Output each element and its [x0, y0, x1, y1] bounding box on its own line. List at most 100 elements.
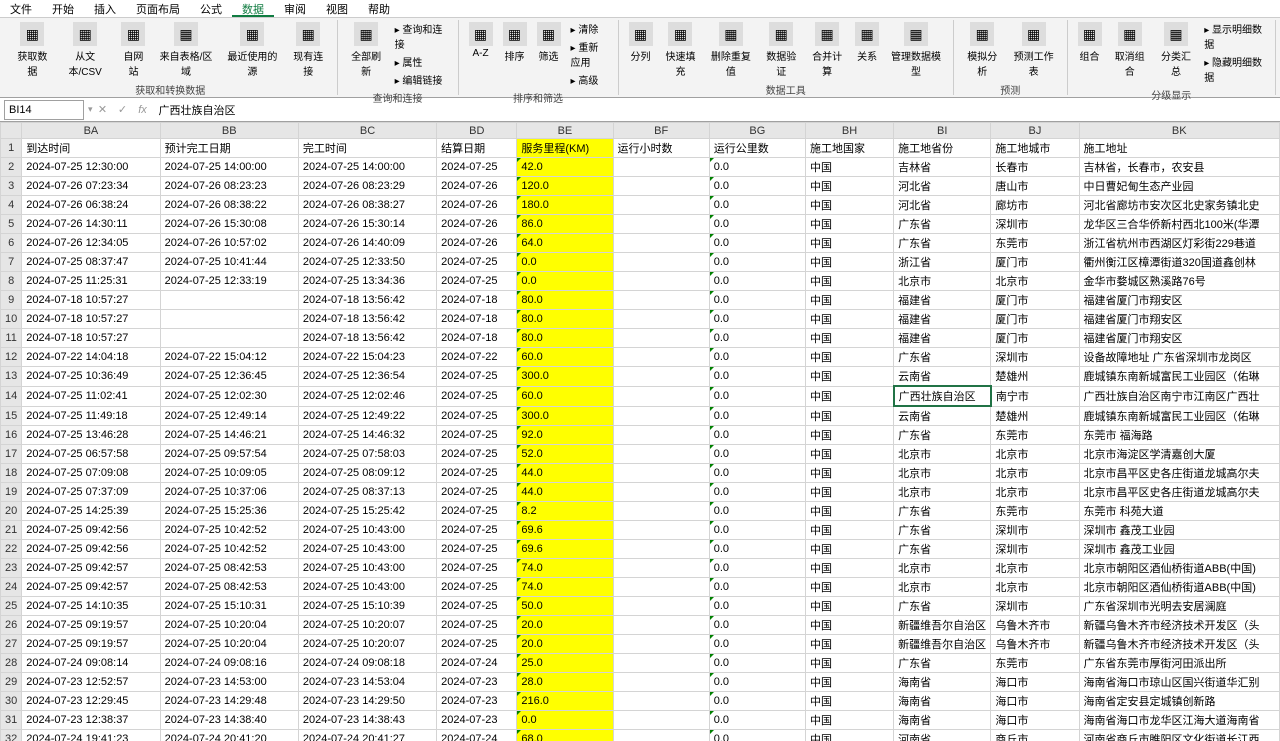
colhead-BC[interactable]: BC: [298, 123, 436, 139]
rowhead-31[interactable]: 31: [1, 711, 22, 730]
rowhead-16[interactable]: 16: [1, 426, 22, 445]
rowhead-5[interactable]: 5: [1, 215, 22, 234]
cell-BE27[interactable]: 20.0: [517, 635, 613, 654]
cell-BF32[interactable]: [613, 730, 709, 741]
cell-BC26[interactable]: 2024-07-25 10:20:07: [298, 616, 436, 635]
cell-BI21[interactable]: 广东省: [894, 521, 991, 540]
cell-BE22[interactable]: 69.6: [517, 540, 613, 559]
cell-BA19[interactable]: 2024-07-25 07:37:09: [22, 483, 160, 502]
cell-BJ13[interactable]: 楚雄州: [991, 367, 1079, 387]
cell-BJ14[interactable]: 南宁市: [991, 386, 1079, 406]
cell-BF18[interactable]: [613, 464, 709, 483]
cell-BE7[interactable]: 0.0: [517, 253, 613, 272]
rowhead-9[interactable]: 9: [1, 291, 22, 310]
cell-BC24[interactable]: 2024-07-25 10:43:00: [298, 578, 436, 597]
cell-BC14[interactable]: 2024-07-25 12:02:46: [298, 386, 436, 406]
cell-BD22[interactable]: 2024-07-25: [437, 540, 517, 559]
cell-BG29[interactable]: 0.0: [709, 673, 805, 692]
cell-BH23[interactable]: 中国: [805, 559, 893, 578]
cell-BH2[interactable]: 中国: [805, 158, 893, 177]
rowhead-18[interactable]: 18: [1, 464, 22, 483]
ribbon-重新应用[interactable]: ▸ 重新应用: [567, 38, 612, 70]
cell-BJ12[interactable]: 深圳市: [991, 348, 1079, 367]
cell-BE17[interactable]: 52.0: [517, 445, 613, 464]
cell-BA24[interactable]: 2024-07-25 09:42:57: [22, 578, 160, 597]
cell-BA17[interactable]: 2024-07-25 06:57:58: [22, 445, 160, 464]
cell-BF7[interactable]: [613, 253, 709, 272]
cell-BA6[interactable]: 2024-07-26 12:34:05: [22, 234, 160, 253]
cell-BB4[interactable]: 2024-07-26 08:38:22: [160, 196, 298, 215]
ribbon-筛选[interactable]: ▦筛选: [533, 20, 565, 65]
cell-BG21[interactable]: 0.0: [709, 521, 805, 540]
cell-BC7[interactable]: 2024-07-25 12:33:50: [298, 253, 436, 272]
cell-BC29[interactable]: 2024-07-23 14:53:04: [298, 673, 436, 692]
cell-BI5[interactable]: 广东省: [894, 215, 991, 234]
cell-BI23[interactable]: 北京市: [894, 559, 991, 578]
cell-BJ15[interactable]: 楚雄州: [991, 406, 1079, 426]
cell-BA12[interactable]: 2024-07-22 14:04:18: [22, 348, 160, 367]
cell-BI29[interactable]: 海南省: [894, 673, 991, 692]
rowhead-23[interactable]: 23: [1, 559, 22, 578]
cell-BK6[interactable]: 浙江省杭州市西湖区灯彩街229巷道: [1079, 234, 1279, 253]
cell-BG24[interactable]: 0.0: [709, 578, 805, 597]
cell-BH30[interactable]: 中国: [805, 692, 893, 711]
rowhead-21[interactable]: 21: [1, 521, 22, 540]
cell-BJ21[interactable]: 深圳市: [991, 521, 1079, 540]
ribbon-从文本/CSV[interactable]: ▦从文本/CSV: [57, 20, 114, 80]
cell-BH6[interactable]: 中国: [805, 234, 893, 253]
cell-BE19[interactable]: 44.0: [517, 483, 613, 502]
cell-BJ10[interactable]: 厦门市: [991, 310, 1079, 329]
cell-BG25[interactable]: 0.0: [709, 597, 805, 616]
rowhead-10[interactable]: 10: [1, 310, 22, 329]
cell-BJ19[interactable]: 北京市: [991, 483, 1079, 502]
cell-BA11[interactable]: 2024-07-18 10:57:27: [22, 329, 160, 348]
cancel-formula-icon[interactable]: ✕: [93, 103, 113, 116]
cell-BB31[interactable]: 2024-07-23 14:38:40: [160, 711, 298, 730]
cell-BJ27[interactable]: 乌鲁木齐市: [991, 635, 1079, 654]
cell-BI22[interactable]: 广东省: [894, 540, 991, 559]
cell-BJ20[interactable]: 东莞市: [991, 502, 1079, 521]
cell-BB15[interactable]: 2024-07-25 12:49:14: [160, 406, 298, 426]
cell-BB12[interactable]: 2024-07-22 15:04:12: [160, 348, 298, 367]
cell-BE8[interactable]: 0.0: [517, 272, 613, 291]
ribbon-数据验证[interactable]: ▦数据验证: [759, 20, 803, 80]
cell-BJ31[interactable]: 海口市: [991, 711, 1079, 730]
cell-BD18[interactable]: 2024-07-25: [437, 464, 517, 483]
rowhead-14[interactable]: 14: [1, 386, 22, 406]
ribbon-编辑链接[interactable]: ▸ 编辑链接: [391, 71, 452, 88]
cell-BB5[interactable]: 2024-07-26 15:30:08: [160, 215, 298, 234]
cell-BK23[interactable]: 北京市朝阳区酒仙桥街道ABB(中国): [1079, 559, 1279, 578]
rowhead-30[interactable]: 30: [1, 692, 22, 711]
cell-BI28[interactable]: 广东省: [894, 654, 991, 673]
cell-BC15[interactable]: 2024-07-25 12:49:22: [298, 406, 436, 426]
cell-BK22[interactable]: 深圳市 鑫茂工业园: [1079, 540, 1279, 559]
cell-BG8[interactable]: 0.0: [709, 272, 805, 291]
cell-BB19[interactable]: 2024-07-25 10:37:06: [160, 483, 298, 502]
cell-BH16[interactable]: 中国: [805, 426, 893, 445]
cell-BI30[interactable]: 海南省: [894, 692, 991, 711]
cell-BJ22[interactable]: 深圳市: [991, 540, 1079, 559]
cell-BD12[interactable]: 2024-07-22: [437, 348, 517, 367]
cell-BJ25[interactable]: 深圳市: [991, 597, 1079, 616]
cell-BF24[interactable]: [613, 578, 709, 597]
ribbon-合并计算[interactable]: ▦合并计算: [805, 20, 849, 80]
cell-BB29[interactable]: 2024-07-23 14:53:00: [160, 673, 298, 692]
rowhead-26[interactable]: 26: [1, 616, 22, 635]
cell-BF8[interactable]: [613, 272, 709, 291]
cell-BE20[interactable]: 8.2: [517, 502, 613, 521]
cell-BI25[interactable]: 广东省: [894, 597, 991, 616]
cell-BA23[interactable]: 2024-07-25 09:42:57: [22, 559, 160, 578]
cell-BD16[interactable]: 2024-07-25: [437, 426, 517, 445]
cell-BI31[interactable]: 海南省: [894, 711, 991, 730]
rowhead-7[interactable]: 7: [1, 253, 22, 272]
select-all-corner[interactable]: [1, 123, 22, 139]
cell-BI24[interactable]: 北京市: [894, 578, 991, 597]
cell-BB22[interactable]: 2024-07-25 10:42:52: [160, 540, 298, 559]
cell-BK19[interactable]: 北京市昌平区史各庄街道龙城高尔夫: [1079, 483, 1279, 502]
cell-BC5[interactable]: 2024-07-26 15:30:14: [298, 215, 436, 234]
cell-BK2[interactable]: 吉林省，长春市，农安县: [1079, 158, 1279, 177]
accept-formula-icon[interactable]: ✓: [113, 103, 133, 116]
cell-BE24[interactable]: 74.0: [517, 578, 613, 597]
cell-BG2[interactable]: 0.0: [709, 158, 805, 177]
cell-BA26[interactable]: 2024-07-25 09:19:57: [22, 616, 160, 635]
